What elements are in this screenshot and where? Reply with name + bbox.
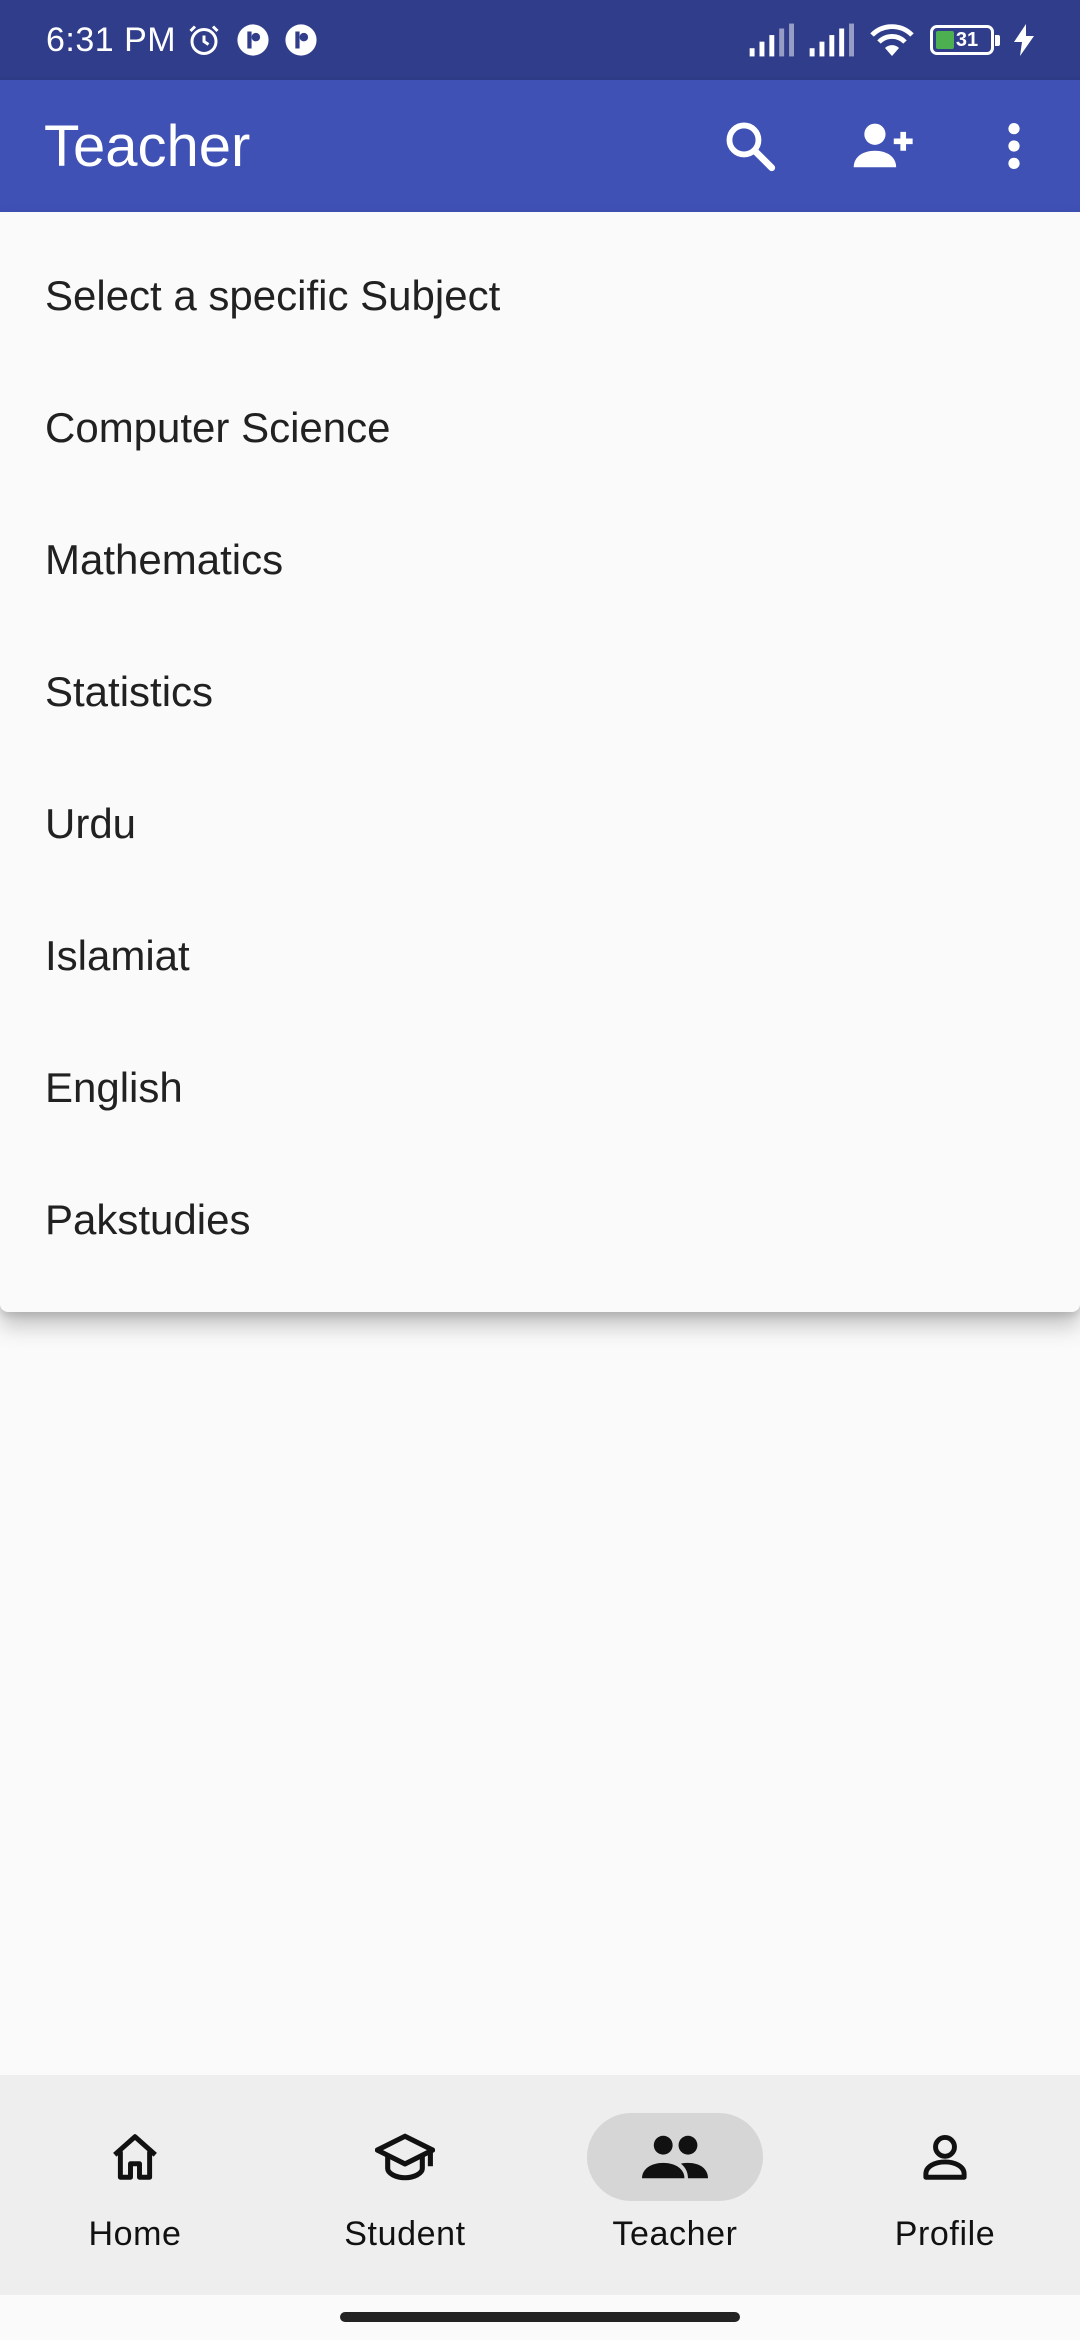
gesture-home-indicator[interactable] [340, 2312, 740, 2322]
page-title: Teacher [44, 113, 251, 179]
nav-item-student[interactable]: Student [270, 2075, 540, 2295]
wifi-icon [868, 22, 916, 58]
status-system-icons: 31 [748, 22, 1034, 58]
nav-label-teacher: Teacher [612, 2215, 738, 2253]
more-vert-icon [1004, 120, 1024, 172]
app-notification-icon [284, 23, 318, 57]
menu-item-select-subject[interactable]: Select a specific Subject [0, 230, 1080, 362]
nav-item-teacher[interactable]: Teacher [540, 2075, 810, 2295]
alarm-icon [186, 22, 222, 58]
menu-item-islamiat[interactable]: Islamiat [0, 890, 1080, 1022]
battery-level: 31 [955, 28, 979, 51]
nav-label-profile: Profile [894, 2215, 996, 2253]
bottom-navigation: Home Student Teacher Profile [0, 2075, 1080, 2295]
nav-icon-container [47, 2113, 223, 2201]
app-bar-actions [684, 80, 1080, 212]
school-icon [375, 2130, 435, 2184]
nav-icon-container-active [587, 2113, 763, 2201]
home-icon [108, 2130, 162, 2184]
menu-item-mathematics[interactable]: Mathematics [0, 494, 1080, 626]
add-person-icon [849, 117, 915, 175]
status-time: 6:31 PM [46, 20, 177, 59]
menu-item-computer-science[interactable]: Computer Science [0, 362, 1080, 494]
nav-item-profile[interactable]: Profile [810, 2075, 1080, 2295]
nav-icon-container [857, 2113, 1033, 2201]
app-notification-icon [236, 23, 270, 57]
more-options-button[interactable] [948, 80, 1080, 212]
subject-menu: Select a specific Subject Computer Scien… [0, 212, 1080, 1312]
search-button[interactable] [684, 80, 816, 212]
signal-icon [748, 23, 794, 57]
menu-item-urdu[interactable]: Urdu [0, 758, 1080, 890]
menu-item-statistics[interactable]: Statistics [0, 626, 1080, 758]
person-icon [918, 2130, 972, 2184]
nav-icon-container [317, 2113, 493, 2201]
menu-item-pakstudies[interactable]: Pakstudies [0, 1154, 1080, 1286]
nav-item-home[interactable]: Home [0, 2075, 270, 2295]
search-icon [721, 117, 779, 175]
people-icon [642, 2133, 708, 2181]
signal-icon [808, 23, 854, 57]
app-bar: Teacher [0, 80, 1080, 212]
status-notification-icons [186, 22, 318, 58]
battery-icon: 31 [930, 25, 1000, 55]
add-teacher-button[interactable] [816, 80, 948, 212]
nav-label-home: Home [88, 2215, 182, 2253]
menu-item-english[interactable]: English [0, 1022, 1080, 1154]
charging-icon [1014, 24, 1034, 56]
status-bar: 6:31 PM 31 [0, 0, 1080, 80]
nav-label-student: Student [344, 2215, 466, 2253]
